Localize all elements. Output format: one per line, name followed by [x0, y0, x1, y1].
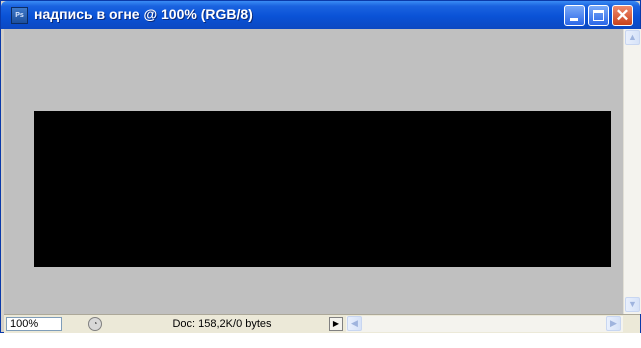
resize-grip[interactable] — [625, 316, 640, 332]
status-info-icon[interactable]: ◔ — [88, 317, 102, 331]
status-menu-arrow-button[interactable]: ▶ — [329, 317, 343, 331]
window-title: надпись в огне @ 100% (RGB/8) — [34, 6, 253, 22]
status-bar: 100% ◔ Doc: 158,2K/0 bytes ▶ ◀ ▶ — [4, 314, 640, 333]
document-canvas[interactable] — [34, 111, 611, 267]
minimize-button[interactable] — [564, 5, 585, 26]
vertical-scrollbar[interactable]: ▲ ▼ — [623, 29, 641, 314]
close-icon: ✕ — [615, 6, 630, 25]
close-button[interactable]: ✕ — [612, 5, 633, 26]
scroll-left-button[interactable]: ◀ — [347, 316, 362, 331]
maximize-icon — [593, 10, 604, 21]
maximize-button[interactable] — [588, 5, 609, 26]
photoshop-icon[interactable]: Ps — [11, 7, 28, 24]
document-window: Ps надпись в огне @ 100% (RGB/8) ✕ ▲ ▼ 1… — [0, 0, 641, 333]
scroll-right-button[interactable]: ▶ — [606, 316, 621, 331]
scroll-up-button[interactable]: ▲ — [625, 30, 640, 45]
zoom-level-field[interactable]: 100% — [6, 317, 62, 331]
title-bar[interactable]: Ps надпись в огне @ 100% (RGB/8) ✕ — [1, 1, 640, 29]
document-size-info: Doc: 158,2K/0 bytes — [172, 318, 272, 330]
horizontal-scrollbar[interactable]: ◀ ▶ — [346, 316, 623, 332]
scroll-down-button[interactable]: ▼ — [625, 297, 640, 312]
minimize-icon — [570, 18, 578, 21]
pasteboard[interactable] — [4, 29, 623, 314]
